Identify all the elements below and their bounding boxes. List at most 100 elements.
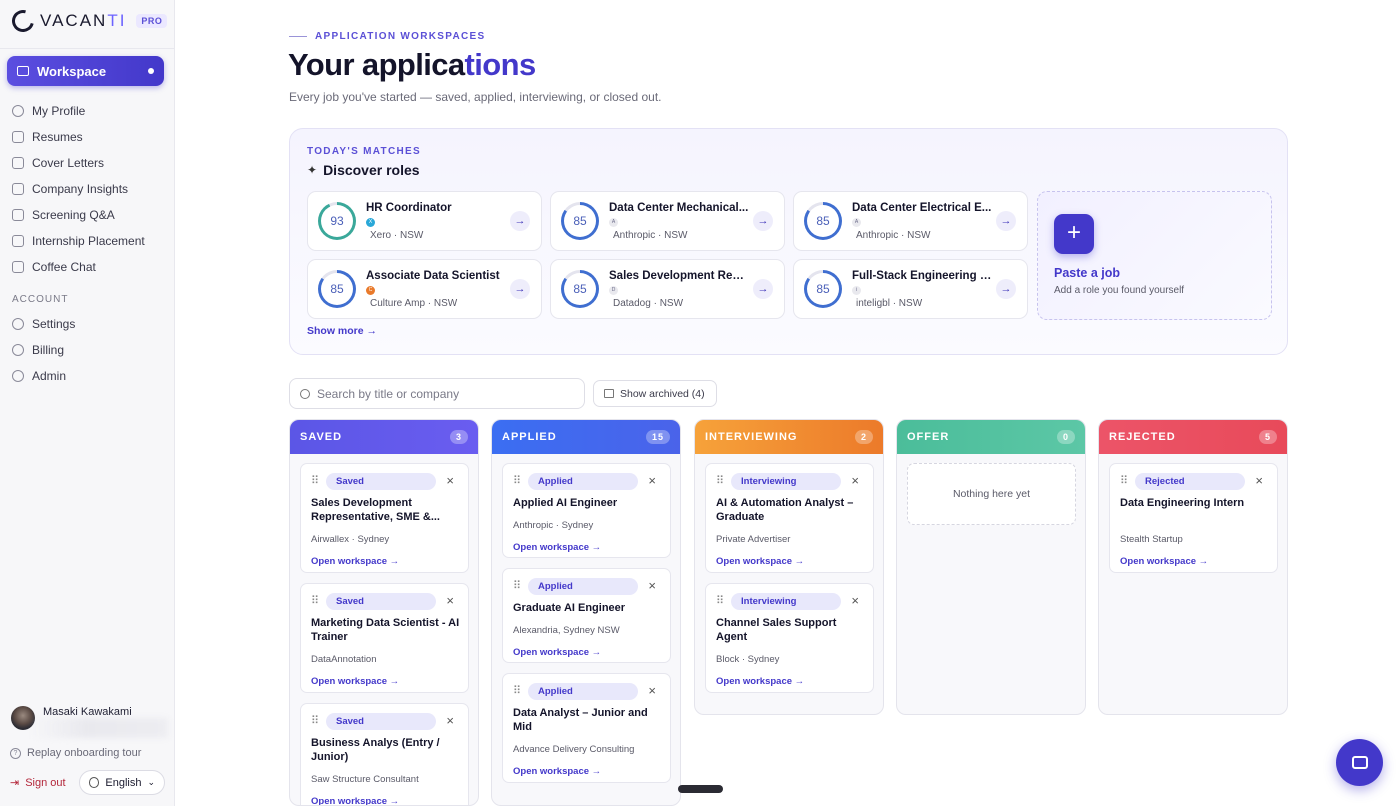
arrow-right-icon[interactable]: → <box>996 211 1016 231</box>
status-badge[interactable]: Interviewing <box>731 473 841 490</box>
status-badge[interactable]: Saved <box>326 713 436 730</box>
job-card[interactable]: ⠿ Rejected × Data Engineering Intern Stealth… <box>1109 463 1278 573</box>
sidebar-item-coffee-chat[interactable]: Coffee Chat <box>12 260 96 274</box>
building-icon <box>12 183 24 195</box>
match-card[interactable]: 85 Data Center Electrical E... A Anthropic … <box>793 191 1028 251</box>
job-title: Business Analys (Entry / Junior) <box>311 737 440 763</box>
drag-handle-icon[interactable]: ⠿ <box>513 579 521 592</box>
open-workspace-link[interactable]: Open workspace → <box>513 766 601 777</box>
arrow-right-icon[interactable]: → <box>753 211 773 231</box>
open-workspace-link[interactable]: Open workspace → <box>716 556 804 567</box>
job-company: Saw Structure Consultant <box>311 774 419 785</box>
job-title: Sales Development Representative, SME &.… <box>311 497 440 523</box>
job-company: DataAnnotation <box>311 654 377 665</box>
drag-handle-icon[interactable]: ⠿ <box>716 594 724 607</box>
show-archived-button[interactable]: Show archived (4) <box>593 380 717 407</box>
sidebar-item-resumes[interactable]: Resumes <box>12 130 83 144</box>
status-badge[interactable]: Applied <box>528 473 638 490</box>
drag-handle-icon[interactable]: ⠿ <box>311 474 319 487</box>
sign-out-button[interactable]: ⇥ Sign out <box>10 776 66 790</box>
drag-handle-icon[interactable]: ⠿ <box>311 714 319 727</box>
status-badge[interactable]: Saved <box>326 473 436 490</box>
sidebar-item-label: Cover Letters <box>32 156 105 170</box>
close-icon[interactable]: × <box>446 473 454 488</box>
sidebar-item-screening-q-a[interactable]: Screening Q&A <box>12 208 115 222</box>
match-meta: inteligbl · NSW <box>856 298 923 309</box>
job-title: Data Analyst – Junior and Mid <box>513 707 648 733</box>
close-icon[interactable]: × <box>1255 473 1263 488</box>
drag-handle-icon[interactable]: ⠿ <box>716 474 724 487</box>
scroll-handle[interactable] <box>678 785 723 793</box>
search-input[interactable]: Search by title or company <box>289 378 585 409</box>
drag-handle-icon[interactable]: ⠿ <box>1120 474 1128 487</box>
match-meta: Culture Amp · NSW <box>370 298 458 309</box>
match-card[interactable]: 93 HR Coordinator X Xero · NSW → <box>307 191 542 251</box>
close-icon[interactable]: × <box>446 713 454 728</box>
status-badge[interactable]: Saved <box>326 593 436 610</box>
paste-job-card[interactable]: + Paste a job Add a role you found yours… <box>1037 191 1272 320</box>
replay-tour-link[interactable]: ? Replay onboarding tour <box>10 747 141 759</box>
match-card[interactable]: 85 Data Center Mechanical... A Anthropic · … <box>550 191 785 251</box>
sidebar-item-billing[interactable]: Billing <box>12 343 64 357</box>
close-icon[interactable]: × <box>648 473 656 488</box>
language-select[interactable]: English ⌄ <box>79 770 165 795</box>
open-workspace-link[interactable]: Open workspace → <box>513 542 601 553</box>
open-workspace-link[interactable]: Open workspace → <box>1120 556 1208 567</box>
close-icon[interactable]: × <box>648 683 656 698</box>
job-card[interactable]: ⠿ Saved × Marketing Data Scientist - AI Tra… <box>300 583 469 693</box>
sidebar-item-label: Screening Q&A <box>32 208 115 222</box>
match-card[interactable]: 85 Full-Stack Engineering I... i inteligbl … <box>793 259 1028 319</box>
open-workspace-link[interactable]: Open workspace → <box>311 556 399 567</box>
close-icon[interactable]: × <box>851 593 859 608</box>
job-card[interactable]: ⠿ Applied × Applied AI Engineer Anthropic · … <box>502 463 671 558</box>
sidebar-item-my-profile[interactable]: My Profile <box>12 104 85 118</box>
job-card[interactable]: ⠿ Saved × Business Analys (Entry / Junior) S… <box>300 703 469 805</box>
sidebar-item-cover-letters[interactable]: Cover Letters <box>12 156 104 170</box>
job-card[interactable]: ⠿ Saved × Sales Development Representative,… <box>300 463 469 573</box>
eyebrow-line <box>289 36 307 37</box>
open-workspace-link[interactable]: Open workspace → <box>311 676 399 687</box>
show-more-link[interactable]: Show more → <box>307 325 377 337</box>
drag-handle-icon[interactable]: ⠿ <box>311 594 319 607</box>
sign-out-label: Sign out <box>25 776 66 789</box>
column-header: INTERVIEWING 2 <box>695 420 883 454</box>
job-company: Block · Sydney <box>716 654 780 665</box>
status-badge[interactable]: Rejected <box>1135 473 1245 490</box>
arrow-right-icon[interactable]: → <box>510 279 530 299</box>
job-card[interactable]: ⠿ Interviewing × Channel Sales Support Agen… <box>705 583 874 693</box>
sidebar-item-label: Internship Placement <box>32 234 145 248</box>
page-title: Your applications <box>288 47 536 82</box>
drag-handle-icon[interactable]: ⠿ <box>513 474 521 487</box>
open-workspace-link[interactable]: Open workspace → <box>716 676 804 687</box>
logo[interactable]: VACANTI PRO <box>7 5 168 37</box>
match-title: Data Center Mechanical... <box>609 202 749 214</box>
close-icon[interactable]: × <box>851 473 859 488</box>
close-icon[interactable]: × <box>648 578 656 593</box>
sidebar-item-internship-placement[interactable]: Internship Placement <box>12 234 145 248</box>
close-icon[interactable]: × <box>446 593 454 608</box>
status-badge[interactable]: Applied <box>528 683 638 700</box>
sidebar-item-admin[interactable]: Admin <box>12 369 66 383</box>
sidebar-item-company-insights[interactable]: Company Insights <box>12 182 128 196</box>
job-card[interactable]: ⠿ Interviewing × AI & Automation Analyst – … <box>705 463 874 573</box>
drag-handle-icon[interactable]: ⠿ <box>513 684 521 697</box>
job-card[interactable]: ⠿ Applied × Graduate AI Engineer Alexandria,… <box>502 568 671 663</box>
match-card[interactable]: 85 Sales Development Repr... D Datadog · NS… <box>550 259 785 319</box>
match-card[interactable]: 85 Associate Data Scientist C Culture Amp ·… <box>307 259 542 319</box>
arrow-right-icon[interactable]: → <box>510 211 530 231</box>
status-badge[interactable]: Applied <box>528 578 638 595</box>
open-workspace-link[interactable]: Open workspace → <box>513 647 601 658</box>
arrow-right-icon[interactable]: → <box>996 279 1016 299</box>
column-title: APPLIED <box>502 431 557 443</box>
open-workspace-link[interactable]: Open workspace → <box>311 796 399 805</box>
match-title: HR Coordinator <box>366 202 452 214</box>
status-badge[interactable]: Interviewing <box>731 593 841 610</box>
match-title: Associate Data Scientist <box>366 270 500 282</box>
job-company: Airwallex · Sydney <box>311 534 390 545</box>
plus-icon[interactable]: + <box>1054 214 1094 254</box>
job-card[interactable]: ⠿ Applied × Data Analyst – Junior and Mid Ad… <box>502 673 671 783</box>
sidebar-item-workspace[interactable]: Workspace <box>7 56 164 86</box>
chat-fab-button[interactable] <box>1336 739 1383 786</box>
sidebar-item-settings[interactable]: Settings <box>12 317 75 331</box>
arrow-right-icon[interactable]: → <box>753 279 773 299</box>
